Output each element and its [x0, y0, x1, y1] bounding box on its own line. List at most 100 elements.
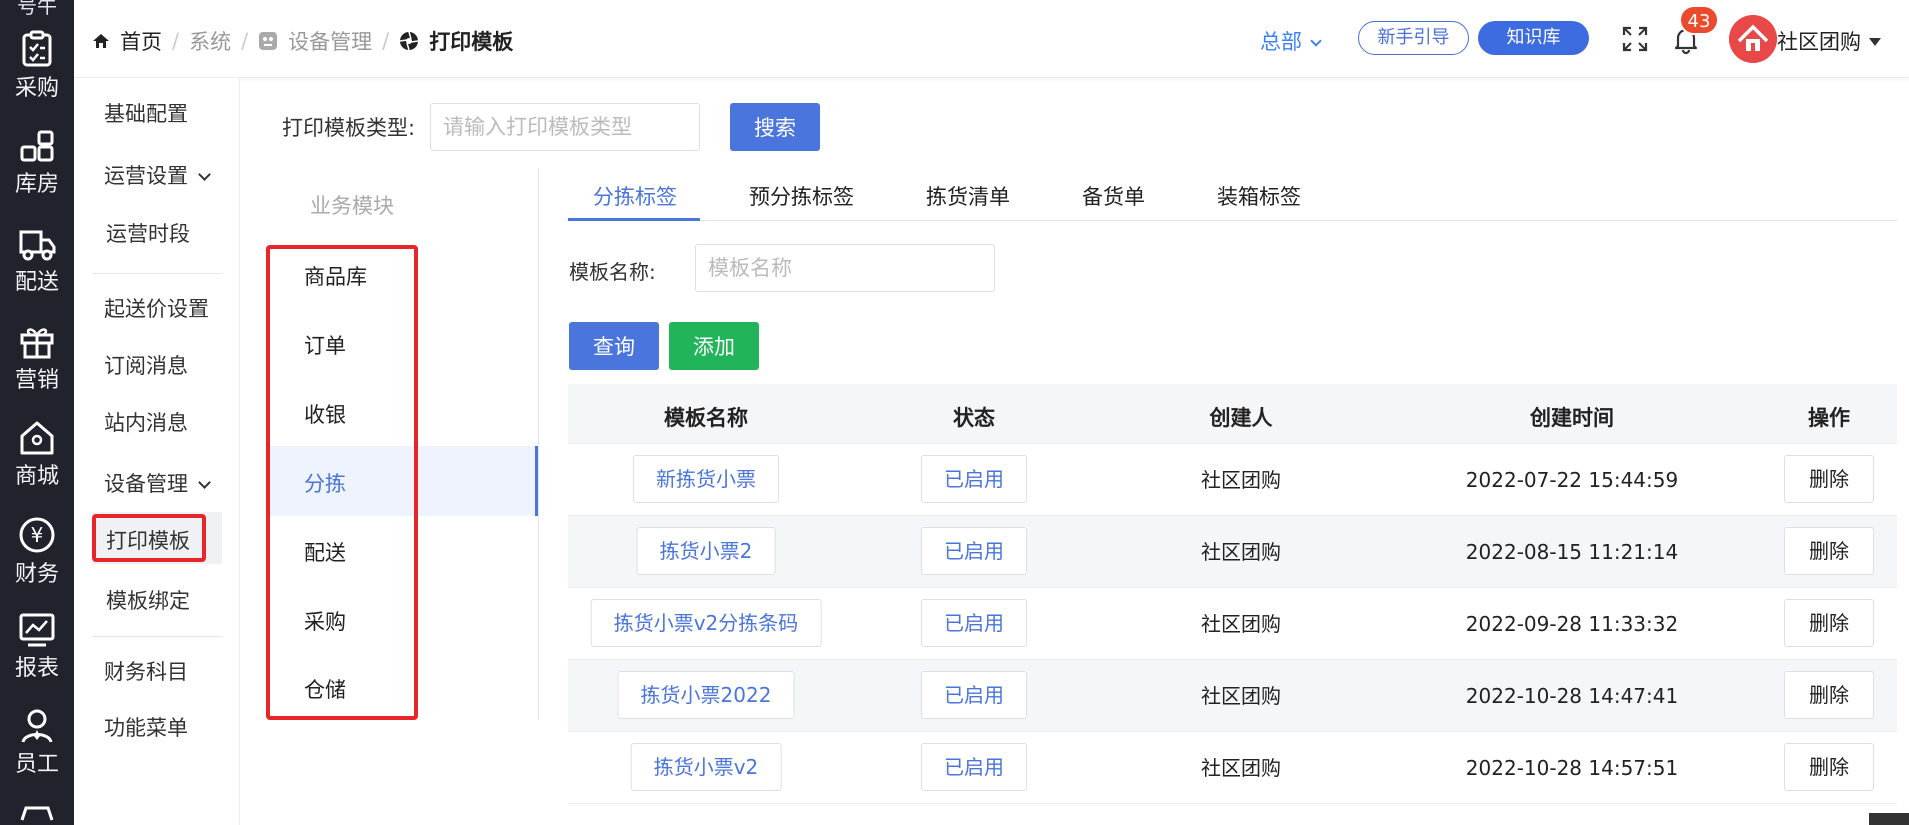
submenu-min-price[interactable]: 起送价设置 — [104, 293, 209, 323]
svg-text:¥: ¥ — [31, 523, 44, 547]
table-row: 拣货小票v2分拣条码 已启用 社区团购 2022-09-28 11:33:32 … — [568, 588, 1897, 660]
delete-button[interactable]: 删除 — [1784, 671, 1874, 719]
template-name-link[interactable]: 拣货小票v2分拣条码 — [590, 599, 822, 647]
col-header-time: 创建时间 — [1530, 406, 1614, 430]
store-icon — [20, 806, 54, 821]
template-name-link[interactable]: 拣货小票2 — [636, 527, 776, 575]
org-dropdown[interactable]: 总部 — [1260, 26, 1322, 56]
table-row: 拣货小票v2 已启用 社区团购 2022-10-28 14:57:51 删除 — [568, 732, 1897, 804]
tab-stock-list[interactable]: 备货单 — [1082, 181, 1145, 211]
submenu-ops-settings[interactable]: 运营设置 — [104, 160, 211, 190]
status-badge[interactable]: 已启用 — [921, 527, 1027, 575]
notification-count-badge: 43 — [1679, 5, 1719, 35]
crumb-separator: / — [172, 29, 180, 53]
knowledge-base-button[interactable]: 知识库 — [1478, 21, 1589, 55]
top-header: 首页 / 系统 / 设备管理 / 打印模板 总部 新手引导 知识库 43 社区团购 — [74, 0, 1909, 78]
chart-icon — [19, 613, 55, 647]
beginner-guide-button[interactable]: 新手引导 — [1358, 21, 1469, 55]
crumb-separator: / — [382, 29, 390, 53]
rail-item-report[interactable]: 报表 — [0, 612, 74, 708]
rail-item-finance[interactable]: ¥ 财务 — [0, 516, 74, 612]
table-header: 模板名称 状态 创建人 创建时间 操作 — [568, 384, 1897, 444]
rail-item-delivery[interactable]: 配送 — [0, 228, 74, 324]
shop-home-icon — [20, 421, 54, 455]
delete-button[interactable]: 删除 — [1784, 743, 1874, 791]
rail-label: 营销 — [14, 368, 59, 393]
user-name: 社区团购 — [1777, 30, 1861, 54]
submenu-device-mgmt[interactable]: 设备管理 — [104, 468, 211, 498]
rail-label: 库房 — [14, 172, 59, 197]
rail-label: 商城 — [14, 464, 59, 489]
fullscreen-icon[interactable] — [1622, 26, 1648, 52]
creator-cell: 社区团购 — [1201, 468, 1281, 492]
rail-item-shop[interactable]: 商城 — [0, 420, 74, 516]
rail-item-purchase[interactable]: 采购 — [0, 30, 74, 126]
rail-label: 报表 — [14, 656, 59, 681]
time-cell: 2022-08-15 11:21:14 — [1465, 540, 1679, 564]
submenu-ops-label: 运营设置 — [104, 164, 188, 188]
status-badge[interactable]: 已启用 — [921, 455, 1027, 503]
tab-sort-label[interactable]: 分拣标签 — [593, 181, 677, 211]
avatar[interactable] — [1729, 15, 1777, 63]
submenu-subscribe-msg[interactable]: 订阅消息 — [104, 350, 188, 380]
rail-item-warehouse[interactable]: 库房 — [0, 130, 74, 226]
template-tabs: 分拣标签 预分拣标签 拣货清单 备货单 装箱标签 — [568, 175, 1897, 221]
system-submenu: 基础配置 运营设置 运营时段 起送价设置 订阅消息 站内消息 设备管理 打印模板… — [74, 78, 240, 825]
crumb-system[interactable]: 系统 — [189, 30, 231, 54]
col-header-creator: 创建人 — [1209, 406, 1273, 430]
rail-item-staff[interactable]: 员工 — [0, 708, 74, 804]
warehouse-icon — [20, 130, 54, 162]
crumb-device-mgmt[interactable]: 设备管理 — [288, 30, 372, 54]
query-button[interactable]: 查询 — [569, 322, 659, 370]
template-name-link[interactable]: 拣货小票2022 — [617, 671, 795, 719]
col-header-status: 状态 — [953, 406, 995, 430]
col-header-name: 模板名称 — [664, 406, 748, 430]
submenu-ops-period[interactable]: 运营时段 — [106, 218, 190, 248]
status-badge[interactable]: 已启用 — [921, 743, 1027, 791]
floating-tool-edge[interactable] — [1869, 813, 1909, 825]
rail-item-more[interactable] — [0, 802, 74, 825]
user-menu[interactable]: 社区团购 — [1777, 26, 1881, 56]
status-badge[interactable]: 已启用 — [921, 671, 1027, 719]
search-button[interactable]: 搜索 — [730, 103, 820, 151]
home-icon — [93, 34, 109, 48]
time-cell: 2022-10-28 14:57:51 — [1465, 756, 1679, 780]
submenu-device-label: 设备管理 — [104, 472, 188, 496]
rail-label: 配送 — [14, 270, 59, 295]
delete-button[interactable]: 删除 — [1784, 455, 1874, 503]
creator-cell: 社区团购 — [1201, 756, 1281, 780]
add-button[interactable]: 添加 — [669, 322, 759, 370]
delete-button[interactable]: 删除 — [1784, 527, 1874, 575]
chevron-down-icon — [198, 168, 211, 181]
template-name-link[interactable]: 新拣货小票 — [633, 455, 779, 503]
submenu-basic-config[interactable]: 基础配置 — [104, 98, 188, 128]
status-badge[interactable]: 已启用 — [921, 599, 1027, 647]
crumb-home[interactable]: 首页 — [120, 30, 162, 54]
main-nav-rail: 号牛 采购 库房 配送 营销 商城 ¥ 财务 报表 员工 — [0, 0, 74, 825]
creator-cell: 社区团购 — [1201, 540, 1281, 564]
template-name-link[interactable]: 拣货小票v2 — [630, 743, 782, 791]
template-name-input[interactable] — [695, 244, 995, 292]
template-type-input[interactable] — [430, 103, 700, 151]
tab-pre-sort-label[interactable]: 预分拣标签 — [749, 181, 854, 211]
caret-down-icon — [1869, 38, 1881, 46]
tab-packing-label[interactable]: 装箱标签 — [1217, 181, 1301, 211]
table-row: 新拣货小票 已启用 社区团购 2022-07-22 15:44:59 删除 — [568, 444, 1897, 516]
highlight-box — [92, 514, 206, 562]
crumb-separator: / — [241, 29, 249, 53]
rail-label: 采购 — [14, 76, 59, 101]
org-label: 总部 — [1260, 30, 1302, 54]
submenu-func-menu[interactable]: 功能菜单 — [104, 712, 188, 742]
purchase-icon — [22, 30, 52, 67]
submenu-finance-subject[interactable]: 财务科目 — [104, 656, 188, 686]
rail-item-marketing[interactable]: 营销 — [0, 324, 74, 420]
table-row: 拣货小票2022 已启用 社区团购 2022-10-28 14:47:41 删除 — [568, 660, 1897, 732]
yen-icon: ¥ — [19, 517, 55, 553]
tab-pick-list[interactable]: 拣货清单 — [926, 181, 1010, 211]
submenu-template-bind[interactable]: 模板绑定 — [106, 585, 190, 615]
delete-button[interactable]: 删除 — [1784, 599, 1874, 647]
submenu-site-msg[interactable]: 站内消息 — [104, 407, 188, 437]
creator-cell: 社区团购 — [1201, 612, 1281, 636]
table-row: 拣货小票2 已启用 社区团购 2022-08-15 11:21:14 删除 — [568, 516, 1897, 588]
template-name-label: 模板名称: — [569, 260, 656, 284]
